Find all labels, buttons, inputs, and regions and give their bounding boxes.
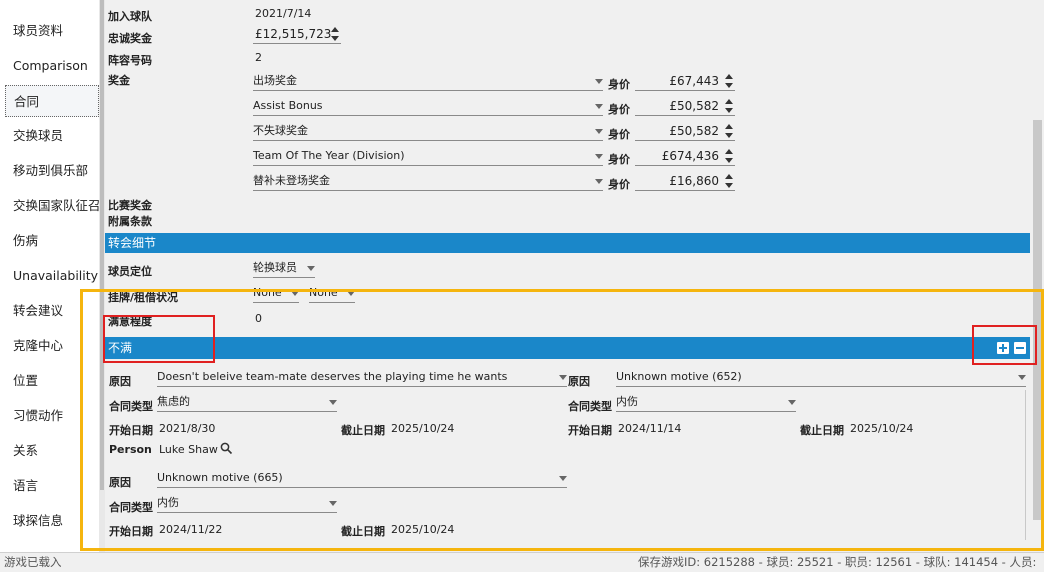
bonus-label: 奖金 (108, 74, 130, 87)
loyalty-bonus-stepper[interactable]: £12,515,723 (253, 25, 341, 44)
sidebar-item-unavailability[interactable]: Unavailability (5, 260, 99, 292)
bonus-type-value: 不失球奖金 (253, 124, 308, 137)
highlight-red-buttons (972, 325, 1037, 365)
player-role-value: 轮换球员 (253, 261, 297, 274)
stepper-up-icon[interactable] (725, 74, 733, 79)
stepper-up-icon[interactable] (725, 99, 733, 104)
sidebar-item-player-profile[interactable]: 球员资料 (5, 15, 99, 47)
worth-label: 身价 (608, 78, 630, 91)
squad-number-value: 2 (255, 51, 262, 64)
join-label: 加入球队 (108, 10, 152, 23)
worth-label: 身价 (608, 153, 630, 166)
bonus-type-value: Team Of The Year (Division) (253, 149, 405, 162)
stepper-up-icon[interactable] (725, 124, 733, 129)
sidebar-item-injuries[interactable]: 伤病 (5, 225, 99, 257)
match-bonus-label: 比赛奖金 (108, 199, 152, 212)
stepper-down-icon[interactable] (725, 133, 733, 138)
bonus-type-select[interactable]: 不失球奖金 (253, 122, 603, 141)
chevron-down-icon (595, 129, 603, 134)
sidebar-item-swap-national-callup[interactable]: 交换国家队征召 (5, 190, 99, 222)
bonus-type-value: 出场奖金 (253, 74, 297, 87)
stepper-down-icon[interactable] (725, 183, 733, 188)
worth-label: 身价 (608, 128, 630, 141)
squad-number-label: 阵容号码 (108, 54, 152, 67)
stepper-up-icon[interactable] (725, 149, 733, 154)
bonus-value-stepper[interactable]: £50,582 (635, 122, 735, 141)
chevron-down-icon (595, 104, 603, 109)
bonus-value: £50,582 (669, 99, 719, 113)
loyalty-label: 忠诚奖金 (108, 32, 152, 45)
bonus-type-select[interactable]: 替补未登场奖金 (253, 172, 603, 191)
player-role-select[interactable]: 轮换球员 (253, 259, 315, 278)
chevron-down-icon (595, 79, 603, 84)
highlight-yellow-region (80, 289, 1044, 551)
stepper-down-icon[interactable] (725, 158, 733, 163)
sidebar-item-contract[interactable]: 合同 (5, 85, 99, 117)
stepper-down-icon[interactable] (725, 108, 733, 113)
bonus-value: £67,443 (669, 74, 719, 88)
bonus-value: £16,860 (669, 174, 719, 188)
bonus-type-value: Assist Bonus (253, 99, 323, 112)
chevron-down-icon (595, 179, 603, 184)
bonus-value-stepper[interactable]: £16,860 (635, 172, 735, 191)
stepper-up-icon[interactable] (725, 174, 733, 179)
bonus-value-stepper[interactable]: £67,443 (635, 72, 735, 91)
join-value: 2021/7/14 (255, 7, 312, 20)
bonus-value: £50,582 (669, 124, 719, 138)
sidebar-item-move-to-club[interactable]: 移动到俱乐部 (5, 155, 99, 187)
status-bar: 游戏已载入 保存游戏ID: 6215288 - 球员: 25521 - 职员: … (0, 552, 1044, 572)
transfer-details-header: 转会细节 (105, 233, 1030, 253)
clauses-label: 附属条款 (108, 215, 152, 228)
bonus-type-select[interactable]: Assist Bonus (253, 97, 603, 116)
highlight-red-unhappy (103, 315, 215, 363)
stepper-up-icon[interactable] (331, 27, 339, 32)
bonus-type-value: 替补未登场奖金 (253, 174, 330, 187)
status-right: 保存游戏ID: 6215288 - 球员: 25521 - 职员: 12561 … (638, 555, 1037, 569)
stepper-down-icon[interactable] (331, 36, 339, 41)
sidebar-item-swap-player[interactable]: 交换球员 (5, 120, 99, 152)
bonus-value-stepper[interactable]: £674,436 (635, 147, 735, 166)
chevron-down-icon (307, 266, 315, 271)
bonus-type-select[interactable]: 出场奖金 (253, 72, 603, 91)
bonus-value-stepper[interactable]: £50,582 (635, 97, 735, 116)
bonus-value: £674,436 (661, 149, 719, 163)
chevron-down-icon (595, 154, 603, 159)
sidebar-item-comparison[interactable]: Comparison (5, 50, 99, 82)
loyalty-value: £12,515,723 (255, 27, 332, 41)
worth-label: 身价 (608, 103, 630, 116)
worth-label: 身价 (608, 178, 630, 191)
bonus-type-select[interactable]: Team Of The Year (Division) (253, 147, 603, 166)
stepper-down-icon[interactable] (725, 83, 733, 88)
player-role-label: 球员定位 (108, 265, 152, 278)
status-left: 游戏已载入 (4, 555, 62, 569)
